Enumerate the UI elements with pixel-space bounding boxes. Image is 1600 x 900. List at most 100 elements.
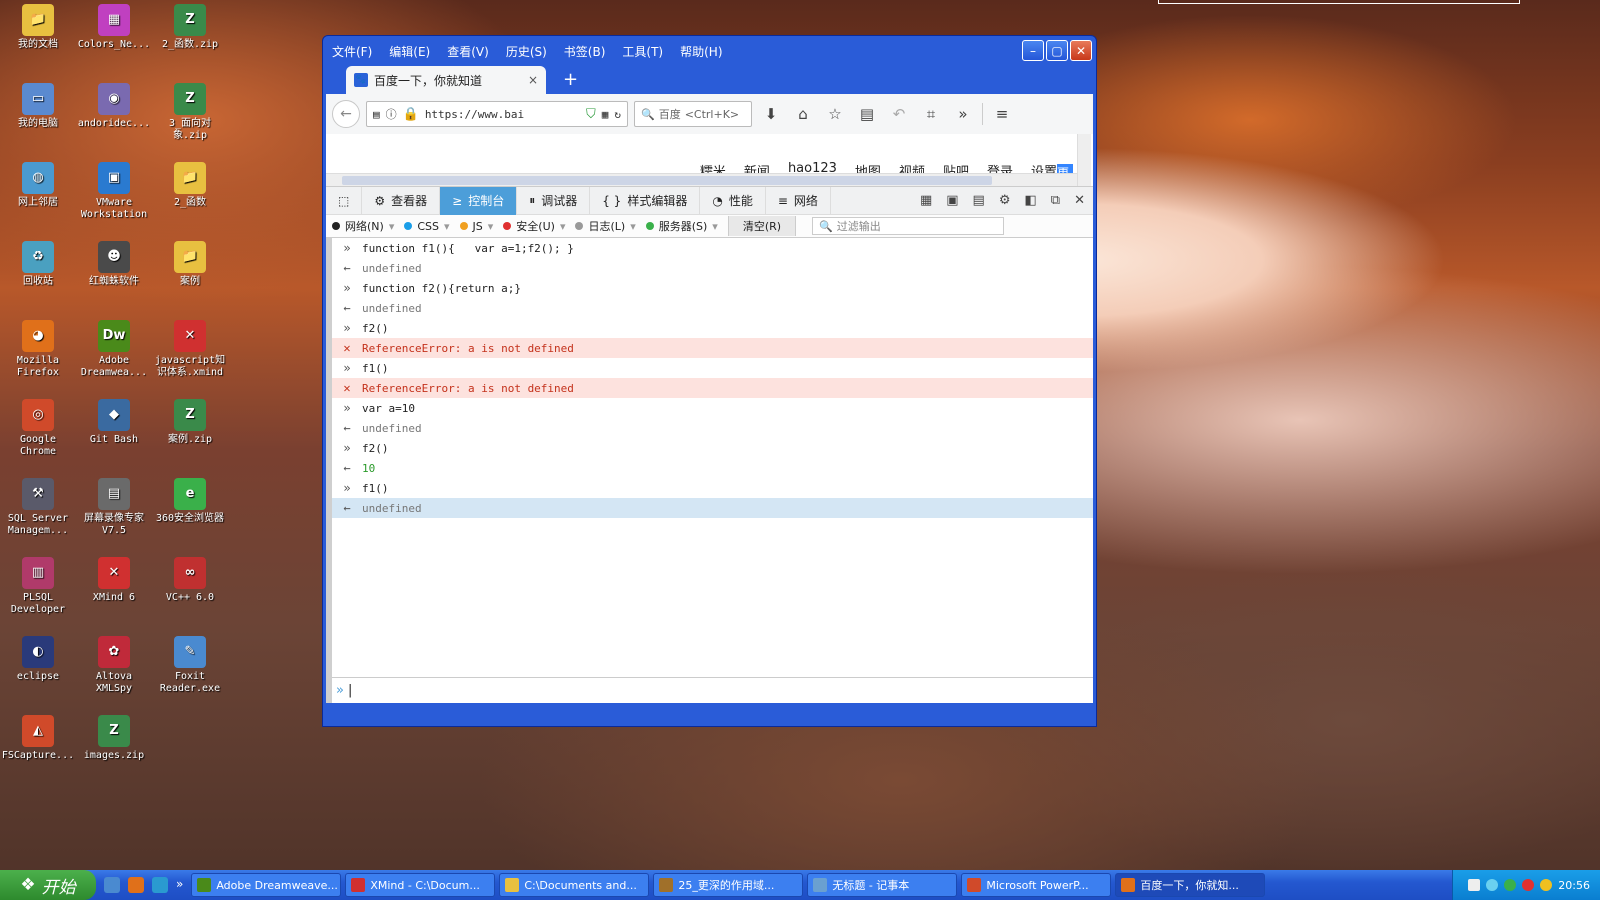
antivirus-tray-icon[interactable] <box>1504 879 1517 891</box>
taskbar-button[interactable]: XMind - C:\Docum... <box>345 873 496 897</box>
taskbar-button[interactable]: 百度一下，你就知... <box>1115 873 1266 897</box>
filter-toggle[interactable]: 日志(L) ▾ <box>575 218 636 234</box>
desktop-icon[interactable]: ✕ javascript知识体系.xmind <box>152 320 228 379</box>
settings-gear-icon[interactable]: ⚙ <box>999 193 1011 208</box>
desktop-icon[interactable]: ◭ FSCapture... <box>0 715 76 762</box>
keyboard-icon[interactable] <box>1468 879 1481 891</box>
desktop-icon[interactable]: 📁 我的文档 <box>0 4 76 51</box>
reload-icon[interactable]: ↻ <box>614 108 621 121</box>
desktop-icon[interactable]: ◐ eclipse <box>0 636 76 683</box>
qr-code-icon[interactable]: ▦ <box>602 108 609 121</box>
menu-item[interactable]: 书签(B) <box>564 43 606 60</box>
close-devtools-icon[interactable]: ✕ <box>1074 193 1085 208</box>
tab-baidu[interactable]: 🐾 百度一下，你就知道 × <box>346 66 546 94</box>
back-button[interactable]: ← <box>332 100 360 128</box>
desktop-icon[interactable]: e 360安全浏览器 <box>152 478 228 525</box>
filter-toggle[interactable]: CSS ▾ <box>404 218 450 234</box>
menu-item[interactable]: 帮助(H) <box>680 43 722 60</box>
search-bar[interactable]: 🔍 百度 <Ctrl+K> <box>634 101 752 127</box>
hamburger-menu-icon[interactable]: ≡ <box>989 105 1015 123</box>
tab-close-icon[interactable]: × <box>528 73 538 87</box>
shield-icon[interactable]: ⛉ <box>586 107 596 122</box>
filter-toggle[interactable]: 安全(U) ▾ <box>503 218 565 234</box>
chevron-down-icon[interactable]: ▾ <box>630 220 636 233</box>
minimize-button[interactable]: – <box>1022 40 1044 61</box>
element-picker-button[interactable]: ⬚ <box>326 186 363 215</box>
bookmarks-menu-icon[interactable]: ▤ <box>854 105 880 123</box>
desktop-icon[interactable]: ▣ VMware Workstation <box>76 162 152 221</box>
taskbar-button[interactable]: 无标题 - 记事本 <box>807 873 958 897</box>
desktop-icon[interactable]: ◕ Mozilla Firefox <box>0 320 76 379</box>
clear-console-button[interactable]: 清空(R) <box>727 216 797 236</box>
chevron-down-icon[interactable]: ▾ <box>560 220 566 233</box>
desktop-icon[interactable]: Zimages.zip <box>76 715 152 762</box>
menu-item[interactable]: 查看(V) <box>447 43 489 60</box>
bookmark-star-icon[interactable]: ☆ <box>822 105 848 123</box>
reader-view-icon[interactable]: ▤ <box>373 108 380 121</box>
menu-item[interactable]: 编辑(E) <box>389 43 430 60</box>
desktop-icon[interactable]: ∞ VC++ 6.0 <box>152 557 228 604</box>
devtools-tab[interactable]: ⚙ 查看器 <box>362 186 441 215</box>
desktop-icon[interactable]: ✎ Foxit Reader.exe <box>152 636 228 695</box>
layout-icon[interactable]: ▦ <box>920 193 932 208</box>
console-input[interactable]: » | <box>332 677 1093 703</box>
horizontal-scrollbar[interactable] <box>326 173 1077 186</box>
desktop-icon[interactable]: Dw Adobe Dreamwea... <box>76 320 152 379</box>
close-window-button[interactable]: ✕ <box>1070 40 1092 61</box>
network-tray-icon[interactable] <box>1486 879 1499 891</box>
desktop-icon[interactable]: ♻ 回收站 <box>0 241 76 288</box>
desktop-icon[interactable]: ▤ 屏幕录像专家 V7.5 <box>76 478 152 537</box>
desktop-icon[interactable]: 📁 2_函数 <box>152 162 228 209</box>
vertical-scrollbar[interactable] <box>1077 134 1091 186</box>
shield-tray-icon[interactable] <box>1540 879 1553 891</box>
menu-item[interactable]: 历史(S) <box>506 43 547 60</box>
scrollbar-thumb[interactable] <box>342 176 992 185</box>
undo-icon[interactable]: ↶ <box>886 105 912 123</box>
download-icon[interactable]: ⬇ <box>758 105 784 123</box>
filter-output-input[interactable]: 🔍 过滤输出 <box>812 217 1005 235</box>
desktop-icon[interactable]: ◎ Google Chrome <box>0 399 76 458</box>
quicklaunch-more-icon[interactable]: » <box>176 877 183 893</box>
devtools-tab[interactable]: ≥ 控制台 <box>440 186 518 215</box>
desktop-icon[interactable]: ▦ Colors_Ne... <box>76 4 152 51</box>
site-info-icon[interactable]: ⓘ <box>386 106 397 122</box>
taskbar-button[interactable]: Adobe Dreamweave... <box>191 873 342 897</box>
filter-toggle[interactable]: 网络(N) ▾ <box>332 218 394 234</box>
alert-tray-icon[interactable] <box>1522 879 1535 891</box>
crop-screenshot-icon[interactable]: ⌗ <box>918 105 944 123</box>
dock-side-icon[interactable]: ◧ <box>1025 193 1037 208</box>
devtools-tab[interactable]: ⏸ 调试器 <box>517 186 591 215</box>
filter-toggle[interactable]: JS ▾ <box>459 218 493 234</box>
desktop-icon[interactable]: ✕ XMind 6 <box>76 557 152 604</box>
responsive-icon[interactable]: ▣ <box>946 193 958 208</box>
menu-item[interactable]: 工具(T) <box>622 43 663 60</box>
chevron-down-icon[interactable]: ▾ <box>444 220 450 233</box>
start-button[interactable]: ❖ 开始 <box>0 870 96 900</box>
new-tab-button[interactable]: + <box>563 69 578 90</box>
desktop-icon[interactable]: ▥ PLSQL Developer <box>0 557 76 616</box>
desktop-icon[interactable]: ◉ andoridec... <box>76 83 152 130</box>
ie-quicklaunch-icon[interactable] <box>152 877 168 893</box>
firefox-quicklaunch-icon[interactable] <box>128 877 144 893</box>
desktop-icon[interactable]: ☻ 红蜘蛛软件 <box>76 241 152 288</box>
undock-icon[interactable]: ⧉ <box>1051 193 1060 208</box>
maximize-button[interactable]: ▢ <box>1046 40 1068 61</box>
desktop-icon[interactable]: ✿ Altova XMLSpy <box>76 636 152 695</box>
devtools-tab[interactable]: { } 样式编辑器 <box>590 186 701 215</box>
url-bar[interactable]: ▤ ⓘ 🔒 https://www.bai ⛉ ▦ ↻ <box>366 101 628 127</box>
taskbar-button[interactable]: 25_更深的作用域... <box>653 873 804 897</box>
desktop-icon[interactable]: Z 2_函数.zip <box>152 4 228 51</box>
desktop-icon[interactable]: ⚒ SQL Server Managem... <box>0 478 76 537</box>
desktop-icon[interactable]: ◆ Git Bash <box>76 399 152 446</box>
overflow-chevron-icon[interactable]: » <box>950 105 976 123</box>
taskbar-button[interactable]: Microsoft PowerP... <box>961 873 1112 897</box>
home-icon[interactable]: ⌂ <box>790 105 816 123</box>
chevron-down-icon[interactable]: ▾ <box>389 220 395 233</box>
taskbar-button[interactable]: C:\Documents and... <box>499 873 650 897</box>
menu-item[interactable]: 文件(F) <box>332 43 372 60</box>
show-desktop-icon[interactable] <box>104 877 120 893</box>
devtools-tab[interactable]: ◔ 性能 <box>700 186 766 215</box>
desktop-icon[interactable]: Z 3_面向对象.zip <box>152 83 228 142</box>
scratchpad-icon[interactable]: ▤ <box>973 193 985 208</box>
chevron-down-icon[interactable]: ▾ <box>712 220 718 233</box>
